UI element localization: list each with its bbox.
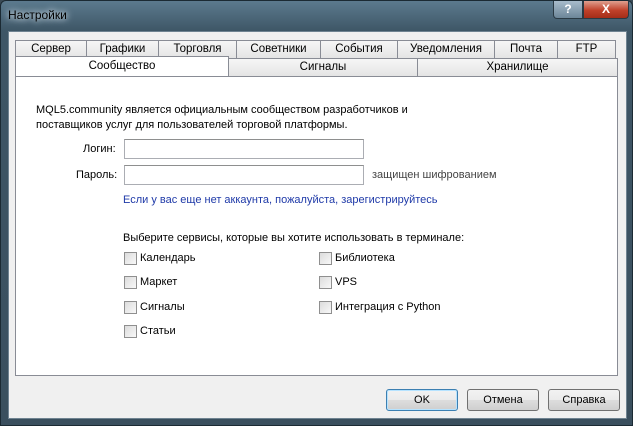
- cancel-button[interactable]: Отмена: [467, 389, 539, 411]
- articles-label: Статьи: [140, 325, 176, 337]
- community-panel: MQL5.community является официальным сооб…: [15, 76, 618, 376]
- market-label: Маркет: [140, 276, 178, 288]
- password-label: Пароль:: [76, 169, 118, 181]
- help-title-button[interactable]: ?: [553, 1, 583, 19]
- tab-ftp[interactable]: FTP: [557, 40, 616, 58]
- python-integration-checkbox[interactable]: [319, 301, 332, 314]
- market-checkbox[interactable]: [124, 276, 137, 289]
- dialog-body: Сервер Графики Торговля Советники Событи…: [8, 31, 627, 419]
- tab-experts[interactable]: Советники: [236, 40, 321, 58]
- password-field[interactable]: [124, 165, 364, 185]
- calendar-label: Календарь: [140, 252, 196, 264]
- tab-row-2: Сообщество Сигналы Хранилище: [15, 56, 618, 76]
- articles-checkbox[interactable]: [124, 325, 137, 338]
- settings-window: Настройки ? X Сервер Графики Торговля Со…: [0, 0, 633, 426]
- library-label: Библиотека: [335, 252, 395, 264]
- register-link[interactable]: Если у вас еще нет аккаунта, пожалуйста,…: [123, 194, 438, 206]
- tab-notifications[interactable]: Уведомления: [397, 40, 495, 58]
- python-integration-label: Интеграция с Python: [335, 301, 441, 313]
- login-label: Логин:: [83, 143, 116, 155]
- library-checkbox[interactable]: [319, 252, 332, 265]
- services-title: Выберите сервисы, которые вы хотите испо…: [123, 232, 465, 244]
- calendar-checkbox[interactable]: [124, 252, 137, 265]
- title-bar[interactable]: Настройки ? X: [1, 1, 632, 31]
- tab-storage[interactable]: Хранилище: [417, 58, 618, 76]
- vps-label: VPS: [335, 276, 358, 288]
- signals-checkbox[interactable]: [124, 301, 137, 314]
- tab-email[interactable]: Почта: [494, 40, 558, 58]
- ok-button[interactable]: OK: [386, 389, 458, 411]
- tab-community[interactable]: Сообщество: [15, 56, 229, 76]
- tab-events[interactable]: События: [320, 40, 398, 58]
- window-title: Настройки: [8, 8, 67, 22]
- tab-signals[interactable]: Сигналы: [228, 58, 418, 76]
- vps-checkbox[interactable]: [319, 276, 332, 289]
- help-button[interactable]: Справка: [548, 389, 620, 411]
- close-title-button[interactable]: X: [583, 1, 629, 19]
- password-hint: защищен шифрованием: [372, 169, 497, 181]
- signals-label: Сигналы: [140, 301, 185, 313]
- community-description: MQL5.community является официальным сооб…: [36, 104, 408, 131]
- login-field[interactable]: [124, 139, 364, 159]
